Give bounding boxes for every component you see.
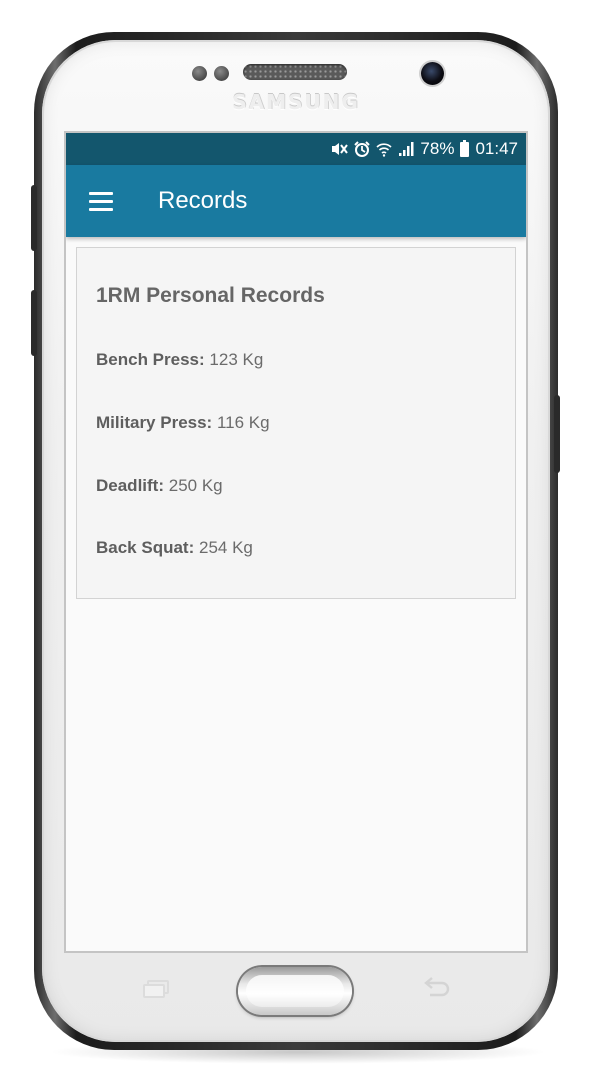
light-sensor bbox=[214, 66, 229, 81]
record-label: Military Press: bbox=[96, 413, 213, 432]
app-bar: Records bbox=[66, 165, 526, 237]
record-label: Back Squat: bbox=[96, 538, 195, 557]
record-label: Bench Press: bbox=[96, 350, 205, 369]
power-button[interactable] bbox=[554, 395, 560, 473]
record-row: Back Squat: 254 Kg bbox=[96, 538, 253, 558]
mute-vibrate-icon bbox=[330, 141, 349, 157]
card-heading: 1RM Personal Records bbox=[96, 284, 325, 307]
menu-button[interactable] bbox=[66, 165, 130, 237]
volume-up-button[interactable] bbox=[31, 185, 37, 251]
front-camera bbox=[421, 62, 444, 85]
home-button[interactable] bbox=[238, 967, 352, 1015]
battery-percent: 78% bbox=[420, 139, 455, 158]
hamburger-menu-icon bbox=[89, 191, 113, 211]
back-icon[interactable] bbox=[420, 977, 452, 1001]
records-card: 1RM Personal Records Bench Press: 123 Kg… bbox=[76, 247, 516, 599]
cell-signal-icon bbox=[398, 141, 414, 157]
record-value: 123 Kg bbox=[209, 350, 264, 369]
clock: 01:47 bbox=[475, 139, 518, 158]
volume-down-button[interactable] bbox=[31, 290, 37, 356]
page-title: Records bbox=[158, 187, 248, 214]
proximity-sensor bbox=[192, 66, 207, 81]
record-row: Military Press: 116 Kg bbox=[96, 413, 270, 433]
screen: 78% 01:47 Records 1RM Personal Records B… bbox=[64, 131, 528, 953]
record-row: Bench Press: 123 Kg bbox=[96, 350, 263, 370]
wifi-icon bbox=[376, 141, 392, 157]
record-value: 254 Kg bbox=[198, 538, 253, 557]
record-label: Deadlift: bbox=[96, 476, 164, 495]
brand-logo: SAMSUNG bbox=[232, 90, 360, 114]
record-value: 116 Kg bbox=[216, 413, 270, 432]
record-value: 250 Kg bbox=[168, 476, 223, 495]
alarm-icon bbox=[354, 141, 371, 157]
battery-icon bbox=[460, 139, 470, 157]
record-row: Deadlift: 250 Kg bbox=[96, 476, 223, 496]
recents-icon[interactable] bbox=[143, 980, 171, 998]
status-bar: 78% 01:47 bbox=[66, 133, 526, 165]
earpiece-speaker bbox=[243, 64, 347, 80]
